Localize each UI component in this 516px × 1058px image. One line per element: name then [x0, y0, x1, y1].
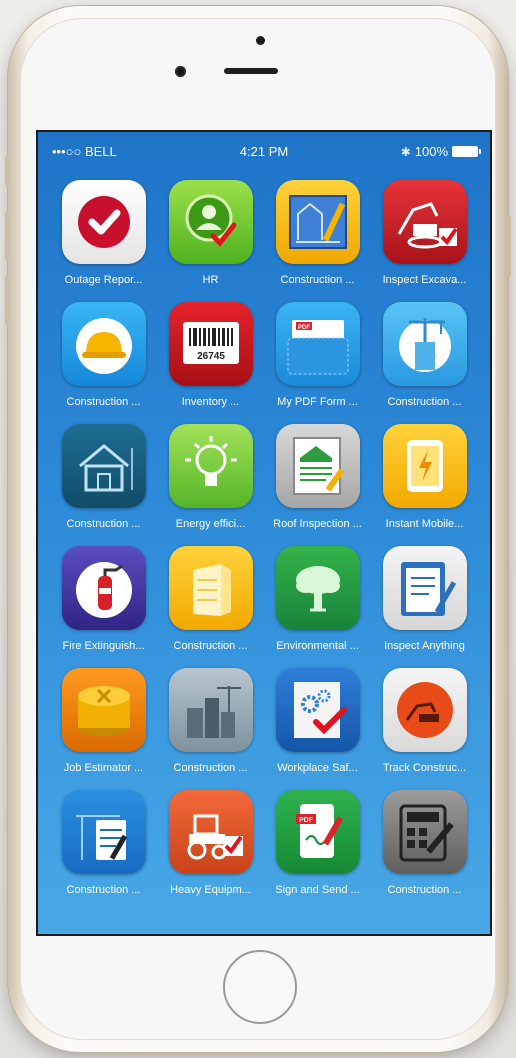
app-label: Track Construc... [382, 762, 467, 774]
light-bulb-icon [168, 424, 253, 508]
app-label: Construction ... [280, 274, 355, 286]
gears-check-icon [275, 668, 360, 752]
app-construction-building[interactable]: Construction ... [157, 546, 264, 668]
app-inventory[interactable]: 26745 Inventory ... [157, 302, 264, 424]
excavator-check-icon [382, 180, 467, 264]
house-plan-icon [61, 424, 146, 508]
app-workplace-safety[interactable]: Workplace Saf... [264, 668, 371, 790]
app-label: My PDF Form ... [277, 396, 358, 408]
app-grid: Outage Repor... HR Construction ... Insp… [50, 180, 478, 912]
app-environmental[interactable]: Environmental ... [264, 546, 371, 668]
app-label: Construction ... [173, 762, 248, 774]
app-label: Construction ... [387, 396, 462, 408]
clipboard-pen-icon [382, 546, 467, 630]
app-label: Construction ... [173, 640, 248, 652]
pdf-pocket-icon: PDF [275, 302, 360, 386]
tractor-check-icon [168, 790, 253, 874]
app-construction-clipboard[interactable]: Construction ... [50, 790, 157, 912]
status-bar: •••○○ BELL 4:21 PM ✱ 100% [38, 132, 490, 168]
checkmark-badge-icon [61, 180, 146, 264]
app-label: Construction ... [66, 518, 141, 530]
app-label: Fire Extinguish... [62, 640, 145, 652]
app-construction-calculator[interactable]: Construction ... [371, 790, 478, 912]
city-cranes-icon [168, 668, 253, 752]
app-construction-city[interactable]: Construction ... [157, 668, 264, 790]
app-construction-house[interactable]: Construction ... [50, 424, 157, 546]
app-label: HR [202, 274, 219, 286]
mute-switch [5, 156, 9, 186]
app-instant-mobile[interactable]: Instant Mobile... [371, 424, 478, 546]
app-track-construction[interactable]: Track Construc... [371, 668, 478, 790]
app-inspect-excavator[interactable]: Inspect Excava... [371, 180, 478, 302]
app-label: Roof Inspection ... [273, 518, 362, 530]
fire-extinguisher-icon [61, 546, 146, 630]
bluetooth-icon: ✱ [400, 144, 411, 159]
earpiece-speaker [224, 68, 278, 74]
proximity-sensor [256, 36, 265, 45]
barcode-icon: 26745 [168, 302, 253, 386]
app-fire-extinguisher[interactable]: Fire Extinguish... [50, 546, 157, 668]
app-label: Energy effici... [175, 518, 246, 530]
home-button[interactable] [223, 950, 297, 1024]
app-label: Environmental ... [276, 640, 359, 652]
blueprint-icon [275, 180, 360, 264]
battery-percent: 100% [414, 144, 448, 159]
app-construction-hard-hat[interactable]: Construction ... [50, 302, 157, 424]
clipboard-crane-icon [61, 790, 146, 874]
crane-building-icon [382, 302, 467, 386]
excavator-circle-icon [382, 668, 467, 752]
front-camera [175, 66, 186, 77]
battery-status: ✱ 100% [400, 144, 481, 159]
app-label: Outage Repor... [64, 274, 143, 286]
coin-stack-icon [61, 668, 146, 752]
building-icon [168, 546, 253, 630]
pdf-sign-icon: PDF [275, 790, 360, 874]
app-hr[interactable]: HR [157, 180, 264, 302]
app-inspect-anything[interactable]: Inspect Anything [371, 546, 478, 668]
app-heavy-equipment[interactable]: Heavy Equipm... [157, 790, 264, 912]
battery-icon [452, 146, 481, 157]
person-check-icon [168, 180, 253, 264]
tablet-bolt-icon [382, 424, 467, 508]
app-label: Heavy Equipm... [170, 884, 251, 896]
app-sign-and-send[interactable]: PDF Sign and Send ... [264, 790, 371, 912]
app-energy-efficiency[interactable]: Energy effici... [157, 424, 264, 546]
volume-down-button [5, 276, 9, 326]
app-label: Construction ... [66, 884, 141, 896]
app-outage-report[interactable]: Outage Repor... [50, 180, 157, 302]
calculator-hammer-icon [382, 790, 467, 874]
app-label: Job Estimator ... [63, 762, 144, 774]
app-label: Workplace Saf... [277, 762, 358, 774]
app-roof-inspection[interactable]: Roof Inspection ... [264, 424, 371, 546]
power-button [507, 216, 511, 276]
app-label: Inventory ... [181, 396, 240, 408]
app-label: Inspect Excava... [382, 274, 467, 286]
home-screen: •••○○ BELL 4:21 PM ✱ 100% Outage Repor..… [38, 132, 490, 934]
app-label: Sign and Send ... [275, 884, 360, 896]
app-my-pdf-form[interactable]: PDF My PDF Form ... [264, 302, 371, 424]
app-label: Instant Mobile... [385, 518, 464, 530]
roof-document-icon [275, 424, 360, 508]
hard-hat-icon [61, 302, 146, 386]
app-label: Inspect Anything [384, 640, 465, 652]
pdf-badge: PDF [299, 817, 314, 824]
app-construction-blueprint[interactable]: Construction ... [264, 180, 371, 302]
pdf-badge: PDF [298, 325, 310, 331]
barcode-number: 26745 [197, 351, 225, 362]
tree-icon [275, 546, 360, 630]
app-label: Construction ... [387, 884, 462, 896]
volume-up-button [5, 211, 9, 261]
app-job-estimator[interactable]: Job Estimator ... [50, 668, 157, 790]
app-construction-crane[interactable]: Construction ... [371, 302, 478, 424]
app-label: Construction ... [66, 396, 141, 408]
